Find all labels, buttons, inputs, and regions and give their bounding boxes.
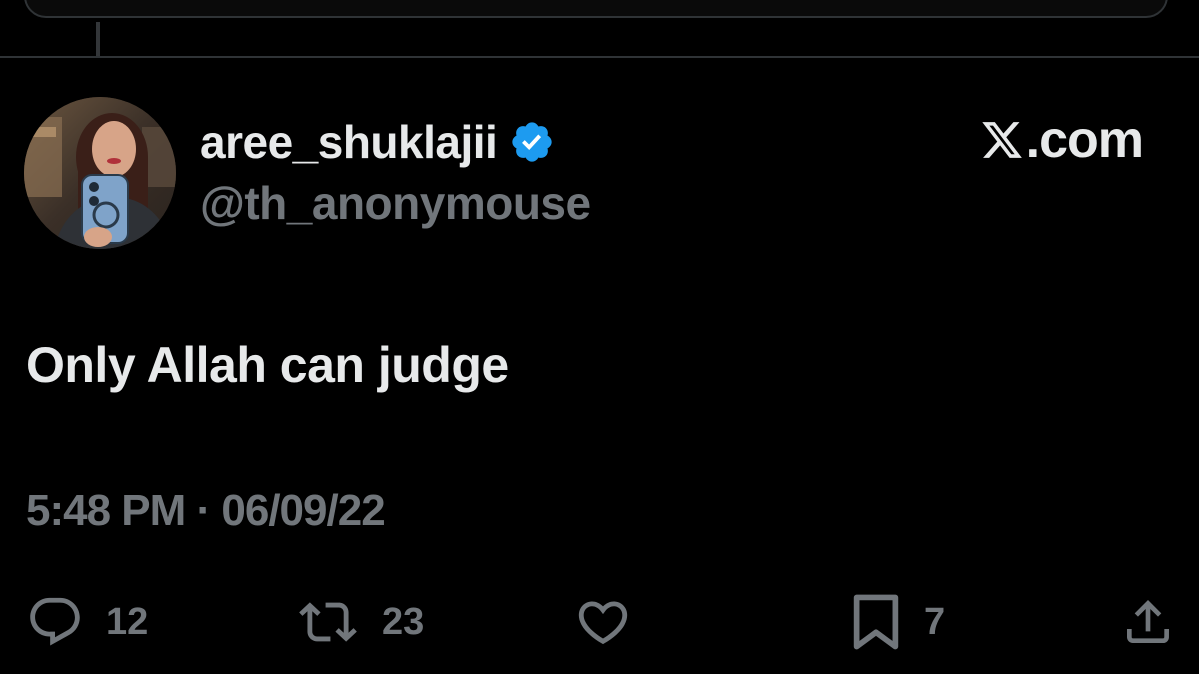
retweet-icon <box>299 602 357 642</box>
tweet-screenshot: aree_shuklajii @th_anonymouse .com Only … <box>0 0 1199 674</box>
retweet-button[interactable]: 23 <box>296 590 424 654</box>
x-logo-icon <box>980 118 1024 162</box>
share-button[interactable] <box>1120 590 1198 654</box>
bookmark-button[interactable]: 7 <box>850 590 945 654</box>
share-icon <box>1127 600 1169 643</box>
reply-icon <box>30 597 80 646</box>
watermark-text: .com <box>1025 111 1144 169</box>
verified-badge-icon <box>509 119 555 165</box>
x-watermark: .com <box>980 110 1144 170</box>
display-name-row[interactable]: aree_shuklajii <box>200 112 555 172</box>
display-name[interactable]: aree_shuklajii <box>200 115 498 169</box>
user-handle[interactable]: @th_anonymouse <box>200 176 591 230</box>
bookmark-count: 7 <box>924 600 946 643</box>
tweet-timestamp[interactable]: 5:48 PM · 06/09/22 <box>26 486 386 536</box>
retweet-count: 23 <box>382 600 425 643</box>
bookmark-icon <box>853 594 899 650</box>
action-bar: 12 23 7 <box>0 590 1199 654</box>
divider <box>0 56 1199 58</box>
heart-icon <box>578 601 628 645</box>
like-button[interactable] <box>574 590 654 654</box>
avatar[interactable] <box>24 97 176 249</box>
reply-button[interactable]: 12 <box>26 590 148 654</box>
thread-connector-line <box>96 22 100 58</box>
previous-tweet-card <box>24 0 1168 18</box>
reply-count: 12 <box>106 600 149 643</box>
tweet-text: Only Allah can judge <box>26 337 509 393</box>
